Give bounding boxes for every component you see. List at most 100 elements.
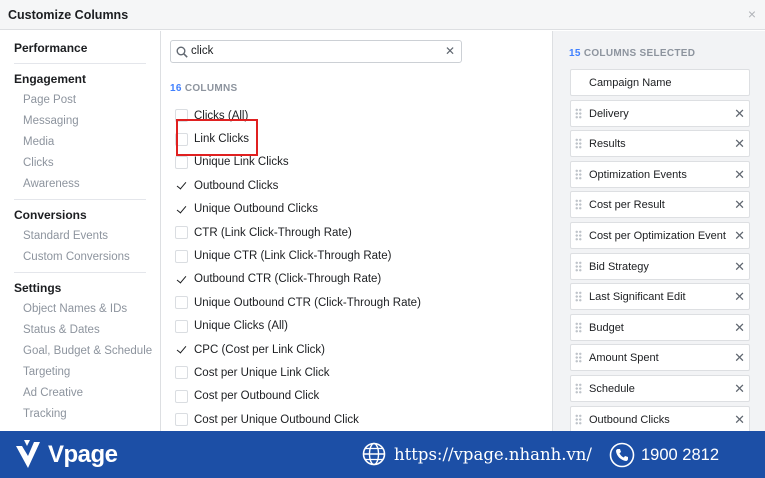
checked-checkbox[interactable] (175, 202, 188, 216)
selected-column-label: Campaign Name (589, 77, 672, 89)
sidebar-item[interactable]: Status & Dates (14, 320, 160, 341)
remove-column-icon[interactable]: ✕ (734, 290, 745, 303)
selected-column[interactable]: Optimization Events ✕ (570, 160, 750, 188)
drag-handle-icon[interactable] (575, 138, 582, 150)
sidebar-item[interactable]: Media (14, 132, 160, 153)
column-option-label: Outbound CTR (Click-Through Rate) (194, 273, 382, 286)
selected-column[interactable]: Results ✕ (570, 130, 750, 158)
remove-column-icon[interactable]: ✕ (734, 413, 745, 426)
unchecked-checkbox[interactable] (175, 389, 188, 403)
sidebar-item[interactable]: Targeting (14, 362, 160, 383)
column-option[interactable]: CPC (Cost per Link Click) (175, 338, 545, 361)
sidebar-item[interactable]: Clicks (14, 153, 160, 174)
sidebar-heading[interactable]: Engagement (14, 69, 160, 90)
remove-column-icon[interactable]: ✕ (734, 351, 745, 364)
unchecked-checkbox[interactable] (175, 109, 188, 123)
column-option[interactable]: Outbound Clicks (175, 174, 545, 197)
remove-column-icon[interactable]: ✕ (734, 382, 745, 395)
column-option-label: Unique Clicks (All) (194, 320, 288, 333)
sidebar-group: Settings Object Names & IDs Status & Dates… (0, 278, 160, 425)
column-option[interactable]: Outbound CTR (Click-Through Rate) (175, 268, 545, 291)
column-option[interactable]: Unique Link Clicks (175, 151, 545, 174)
dialog-titlebar: Customize Columns × (0, 0, 765, 30)
selected-column[interactable]: Delivery ✕ (570, 99, 750, 127)
drag-handle-icon[interactable] (575, 260, 582, 272)
sidebar-item[interactable]: Object Names & IDs (14, 299, 160, 320)
remove-column-icon[interactable]: ✕ (734, 198, 745, 211)
drag-handle-icon[interactable] (575, 229, 582, 241)
sidebar-item[interactable]: Ad Creative (14, 383, 160, 404)
selected-column[interactable]: Cost per Result ✕ (570, 191, 750, 219)
column-option[interactable]: Unique Outbound CTR (Click-Through Rate) (175, 291, 545, 314)
sidebar-group: Performance (0, 31, 160, 59)
column-option[interactable]: Cost per Unique Outbound Click (175, 408, 545, 431)
sidebar-item[interactable]: Standard Events (14, 226, 160, 247)
remove-column-icon[interactable]: ✕ (734, 168, 745, 181)
column-option[interactable]: Cost per Unique Link Click (175, 361, 545, 384)
column-option-label: Cost per Outbound Click (194, 390, 320, 403)
close-icon[interactable]: × (748, 7, 756, 21)
drag-handle-icon[interactable] (575, 382, 582, 394)
drag-handle-icon[interactable] (575, 413, 582, 425)
drag-handle-icon[interactable] (575, 107, 582, 119)
sidebar-item[interactable]: Messaging (14, 111, 160, 132)
drag-handle-icon[interactable] (575, 168, 582, 180)
selected-column[interactable]: Amount Spent ✕ (570, 344, 750, 372)
column-option[interactable]: Unique Clicks (All) (175, 315, 545, 338)
selected-column[interactable]: Campaign Name (570, 69, 750, 96)
column-option[interactable]: Clicks (All) (175, 104, 545, 127)
selected-column-label: Results (589, 138, 626, 151)
unchecked-checkbox[interactable] (175, 319, 188, 333)
drag-handle-icon[interactable] (575, 291, 582, 303)
sidebar-item[interactable]: Goal, Budget & Schedule (14, 341, 160, 362)
sidebar-item[interactable]: Custom Conversions (14, 247, 160, 268)
promo-banner: Vpage https://vpage.nhanh.vn/ 1900 2812 (0, 431, 765, 478)
selected-column[interactable]: Outbound Clicks ✕ (570, 405, 750, 431)
selected-columns-list: Campaign Name Delivery ✕ Results ✕ Optimizati… (570, 69, 750, 431)
sidebar-heading[interactable]: Settings (14, 278, 160, 299)
remove-column-icon[interactable]: ✕ (734, 137, 745, 150)
checked-checkbox[interactable] (175, 272, 188, 286)
unchecked-checkbox[interactable] (175, 226, 188, 240)
column-option[interactable]: Unique Outbound Clicks (175, 198, 545, 221)
sidebar-item[interactable]: Page Post (14, 90, 160, 111)
selected-column[interactable]: Last Significant Edit ✕ (570, 283, 750, 311)
unchecked-checkbox[interactable] (175, 132, 188, 146)
column-option-label: Unique Outbound CTR (Click-Through Rate) (194, 296, 421, 309)
website-link[interactable]: https://vpage.nhanh.vn/ (362, 442, 592, 466)
selected-column-label: Budget (589, 321, 624, 334)
search-input[interactable]: click ✕ (170, 40, 462, 63)
column-option[interactable]: CTR (Link Click-Through Rate) (175, 221, 545, 244)
column-option-label: CPC (Cost per Link Click) (194, 343, 325, 356)
vpage-logo-icon (16, 440, 40, 468)
sidebar-heading[interactable]: Conversions (14, 205, 160, 226)
drag-handle-icon[interactable] (575, 352, 582, 364)
selected-column[interactable]: Schedule ✕ (570, 374, 750, 402)
sidebar-heading[interactable]: Performance (14, 38, 160, 59)
column-option[interactable]: Unique CTR (Link Click-Through Rate) (175, 244, 545, 267)
checked-checkbox[interactable] (175, 179, 188, 193)
clear-search-icon[interactable]: ✕ (445, 45, 455, 57)
sidebar-item[interactable]: Awareness (14, 174, 160, 195)
column-option[interactable]: Cost per Outbound Click (175, 385, 545, 408)
drag-handle-icon[interactable] (575, 321, 582, 333)
drag-handle-icon[interactable] (575, 199, 582, 211)
unchecked-checkbox[interactable] (175, 155, 188, 169)
selected-column[interactable]: Bid Strategy ✕ (570, 252, 750, 280)
selected-column[interactable]: Cost per Optimization Event ✕ (570, 221, 750, 249)
remove-column-icon[interactable]: ✕ (734, 107, 745, 120)
remove-column-icon[interactable]: ✕ (734, 260, 745, 273)
sidebar-item[interactable]: Tracking (14, 404, 160, 425)
unchecked-checkbox[interactable] (175, 366, 188, 380)
unchecked-checkbox[interactable] (175, 249, 188, 263)
unchecked-checkbox[interactable] (175, 296, 188, 310)
phone-contact[interactable]: 1900 2812 (609, 442, 719, 468)
selected-column[interactable]: Budget ✕ (570, 313, 750, 341)
unchecked-checkbox[interactable] (175, 413, 188, 427)
remove-column-icon[interactable]: ✕ (734, 321, 745, 334)
selected-column-label: Optimization Events (589, 168, 687, 181)
column-option[interactable]: Link Clicks (175, 127, 545, 150)
selected-column-label: Bid Strategy (589, 260, 649, 273)
checked-checkbox[interactable] (175, 343, 188, 357)
remove-column-icon[interactable]: ✕ (734, 229, 745, 242)
